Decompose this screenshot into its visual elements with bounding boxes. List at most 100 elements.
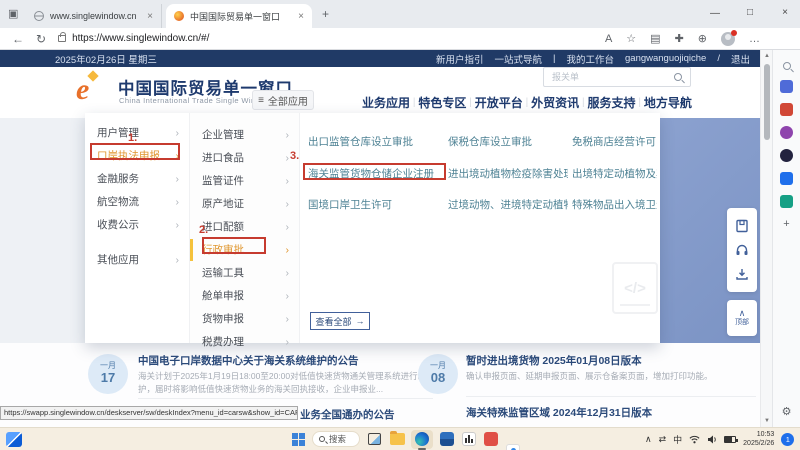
menu-air-logistics[interactable]: 航空物流: [85, 191, 189, 213]
tab-close-icon[interactable]: ×: [147, 11, 153, 22]
menu-regulatory-certificates[interactable]: 监管证件: [190, 170, 299, 192]
edge-browser-icon[interactable]: [411, 430, 433, 449]
sidebar-add-icon[interactable]: +: [783, 218, 789, 231]
sidebar-screenshot-icon[interactable]: [780, 172, 793, 185]
download-icon[interactable]: [735, 267, 749, 281]
menu-fee-publicity[interactable]: 收费公示: [85, 214, 189, 236]
menu-origin-certificate[interactable]: 原产地证: [190, 193, 299, 215]
link-logout[interactable]: 退出: [731, 52, 750, 66]
favorite-star-icon[interactable]: ☆: [626, 32, 636, 45]
notification-badge[interactable]: 1: [781, 433, 794, 446]
taskbar-search[interactable]: 搜索: [312, 431, 360, 447]
divider: [466, 396, 756, 397]
menu-other-apps[interactable]: 其他应用: [85, 249, 189, 271]
link-border-port-health-license[interactable]: 国境口岸卫生许可: [308, 197, 443, 212]
hidden-icons-chevron[interactable]: ∧: [645, 434, 652, 445]
split-screen-icon[interactable]: ▤: [650, 32, 660, 45]
link-new-user-guide[interactable]: 新用户指引: [436, 52, 484, 66]
new-tab-button[interactable]: +: [322, 7, 329, 21]
news-title[interactable]: 暂时进出境货物 2025年01月08日版本: [466, 353, 756, 368]
wifi-icon[interactable]: [689, 435, 700, 444]
browser-essentials-icon[interactable]: ⊕: [698, 32, 707, 45]
profile-avatar[interactable]: [721, 32, 735, 46]
workspaces-icon[interactable]: ▣: [8, 7, 18, 20]
taskbar-app-audio-icon[interactable]: [462, 432, 476, 446]
sidebar-people-icon[interactable]: [780, 126, 793, 139]
tray-ime-icon[interactable]: 中: [673, 433, 682, 446]
collections-icon[interactable]: ✚: [675, 32, 684, 45]
link-animal-plant-quarantine-unit[interactable]: 进出境动植物检疫除害处理单位...: [448, 166, 568, 181]
tray-toggles-icon[interactable]: ⇄: [659, 434, 667, 445]
sidebar-shopping-icon[interactable]: [780, 103, 793, 116]
link-export-warehouse-approval[interactable]: 出口监管仓库设立审批: [308, 134, 443, 149]
link-bonded-warehouse-approval[interactable]: 保税仓库设立审批: [448, 134, 573, 149]
window-maximize-button[interactable]: □: [735, 7, 765, 18]
link-exit-specific-animal-plant[interactable]: 出境特定动植物及其产品和其他...: [572, 166, 657, 181]
battery-icon[interactable]: [724, 436, 736, 443]
nav-local-guide[interactable]: 地方导航: [644, 94, 692, 111]
tab-close-icon[interactable]: ×: [298, 11, 304, 22]
nav-service-support[interactable]: 服务支持: [588, 94, 636, 111]
nav-trade-news[interactable]: 外贸资讯: [531, 94, 579, 111]
view-all-label: 查看全部: [315, 315, 351, 328]
menu-import-food[interactable]: 进口食品: [190, 147, 299, 169]
link-transit-animals[interactable]: 过境动物、进境特定动植物及其...: [448, 197, 568, 212]
more-menu-icon[interactable]: …: [749, 33, 760, 45]
window-minimize-button[interactable]: —: [700, 8, 730, 19]
sidebar-tools-icon[interactable]: [780, 195, 793, 208]
taskbar-app-red-icon[interactable]: [484, 432, 498, 446]
nav-business-apps[interactable]: 业务应用: [362, 94, 410, 111]
sidebar-tag-icon[interactable]: [780, 80, 793, 93]
news-day: 17: [88, 371, 128, 384]
link-my-workbench[interactable]: 我的工作台: [566, 52, 614, 66]
taskbar-app-briefcase-icon[interactable]: [440, 432, 454, 446]
menu-tax-fee-handling[interactable]: 税费办理: [190, 331, 299, 353]
news-title-partial[interactable]: 海关特殊监管区域 2024年12月31日版本: [466, 405, 652, 420]
survey-icon[interactable]: [735, 219, 749, 233]
menu-cargo-declaration[interactable]: 货物申报: [190, 308, 299, 330]
menu-enterprise-management[interactable]: 企业管理: [190, 124, 299, 146]
site-search-input[interactable]: [544, 72, 674, 82]
view-all-button[interactable]: 查看全部 →: [310, 312, 370, 330]
task-view-icon[interactable]: [368, 433, 381, 445]
screen: ▣ www.singlewindow.cn × 中国国际贸易单一窗口 × + —…: [0, 0, 800, 450]
widgets-icon[interactable]: [6, 432, 22, 447]
browser-scrollbar[interactable]: ▲ ▼: [760, 50, 772, 427]
sidebar-games-icon[interactable]: [780, 149, 793, 162]
sidebar-search-icon[interactable]: [783, 62, 791, 70]
scrollbar-thumb[interactable]: [764, 64, 770, 140]
tab-singlewindow-home[interactable]: www.singlewindow.cn ×: [26, 4, 162, 28]
sidebar-settings-gear-icon[interactable]: ⚙: [782, 406, 792, 419]
lock-icon: [58, 35, 66, 42]
taskbar-clock[interactable]: 10:53 2025/2/26: [743, 431, 774, 448]
menu-manifest-declaration[interactable]: 舱单申报: [190, 285, 299, 307]
news-title-partial[interactable]: 业务全国通办的公告: [300, 407, 395, 422]
tab-trade-single-window[interactable]: 中国国际贸易单一窗口 ×: [166, 4, 312, 28]
start-button[interactable]: [292, 433, 305, 446]
taskbar-app-cloud-icon[interactable]: [506, 444, 520, 450]
news-title[interactable]: 中国电子口岸数据中心关于海关系统维护的公告: [138, 353, 433, 368]
all-apps-button[interactable]: ≡ 全部应用: [252, 90, 314, 110]
search-icon[interactable]: [674, 73, 682, 81]
window-close-button[interactable]: ×: [770, 7, 800, 18]
taskbar-search-label: 搜索: [329, 433, 346, 445]
link-special-items-quarantine[interactable]: 特殊物品出入境卫生检疫审批: [572, 197, 657, 212]
site-logo-icon: e: [76, 73, 110, 109]
menu-transport-vehicles[interactable]: 运输工具: [190, 262, 299, 284]
news-desc: 海关计划于2025年1月19日18:00至20:00对低值快速货物通关管理系统进…: [138, 370, 433, 397]
back-icon[interactable]: ←: [12, 32, 24, 46]
link-duty-free-shop-license[interactable]: 免税商店经营许可: [572, 134, 657, 149]
site-header: e 中国国际贸易单一窗口 China International Trade S…: [0, 67, 760, 118]
username: gangwanguojiqiche: [625, 53, 706, 64]
headset-icon[interactable]: [735, 243, 749, 257]
refresh-icon[interactable]: ↻: [36, 32, 46, 46]
back-to-top-button[interactable]: ∧ 顶部: [727, 300, 757, 336]
read-aloud-icon[interactable]: A: [605, 33, 612, 45]
nav-open-platform[interactable]: 开放平台: [475, 94, 523, 111]
file-explorer-icon[interactable]: [390, 433, 405, 445]
url-field[interactable]: https://www.singlewindow.cn/#/: [58, 31, 578, 47]
menu-financial-services[interactable]: 金融服务: [85, 168, 189, 190]
volume-icon[interactable]: [707, 435, 717, 444]
nav-special-zones[interactable]: 特色专区: [418, 94, 466, 111]
link-one-stop-nav[interactable]: 一站式导航: [495, 52, 543, 66]
